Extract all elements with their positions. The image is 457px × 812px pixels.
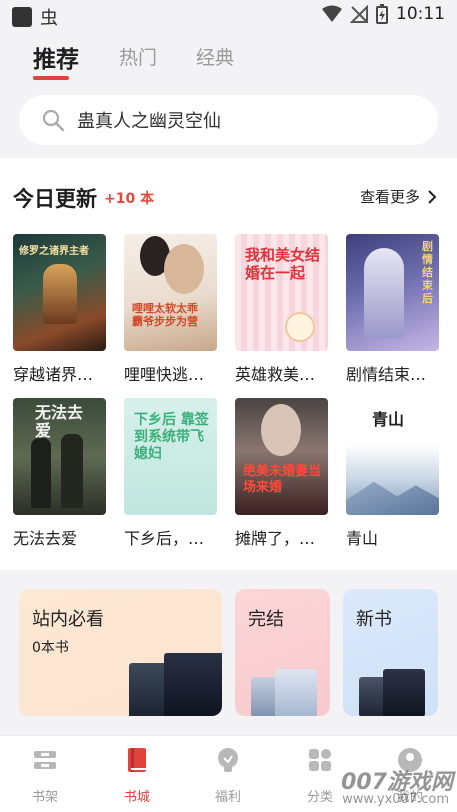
status-right: 10:11 (322, 4, 445, 24)
cover-title: 下乡后 靠签到系统带飞媳妇 (134, 412, 209, 462)
book-title: 摊牌了，… (235, 529, 316, 548)
bulb-icon (218, 748, 238, 772)
cover-title: 我和美女结婚在一起 (245, 246, 321, 282)
mini-cover (383, 669, 425, 716)
mini-cover (275, 669, 317, 716)
book-card[interactable]: 无法去爱 无法去爱 (13, 398, 106, 549)
search-icon (42, 109, 65, 132)
book-title: 穿越诸界… (13, 365, 94, 384)
nav-bookshelf[interactable]: 书架 (15, 746, 75, 805)
book-cover: 青山 (346, 398, 439, 515)
book-card[interactable]: 哩哩太软太乖 霸爷步步为营 哩哩快逃… (124, 234, 217, 385)
tab-recommend[interactable]: 推荐 (33, 40, 79, 74)
battery-icon (376, 4, 388, 24)
nav-label: 书城 (123, 790, 150, 805)
book-card[interactable]: 我和美女结婚在一起 英雄救美… (235, 234, 328, 385)
cover-title: 青山 (372, 410, 405, 429)
book-cover: 下乡后 靠签到系统带飞媳妇 (124, 398, 217, 515)
see-more-label: 查看更多 (359, 188, 420, 206)
book-cover: 绝美未婚妻当场来婚 (235, 398, 328, 515)
section-title: 今日更新 (13, 187, 97, 211)
book-card[interactable]: 绝美未婚妻当场来婚 摊牌了，… (235, 398, 328, 549)
clock: 10:11 (396, 4, 445, 24)
book-cover: 修罗之诸界主者 (13, 234, 106, 351)
book-title: 英雄救美… (235, 365, 316, 384)
book-title: 青山 (346, 529, 379, 548)
update-count: +10 本 (104, 191, 155, 207)
nav-welfare[interactable]: 福利 (198, 746, 258, 805)
book-cover: 无法去爱 (13, 398, 106, 515)
cover-title: 无法去爱 (35, 403, 84, 440)
signal-off-icon (350, 5, 368, 23)
watermark-url: www.yx007.com (342, 792, 449, 807)
notification-square-icon (12, 7, 32, 27)
category-label: 站内必看 (32, 609, 104, 630)
mini-cover (164, 653, 222, 716)
book-icon (128, 748, 146, 772)
category-label: 完结 (248, 609, 284, 630)
tab-classic[interactable]: 经典 (196, 43, 234, 70)
category-completed[interactable]: 完结 (235, 589, 330, 716)
book-title: 剧情结束… (346, 365, 427, 384)
book-cover: 哩哩太软太乖 霸爷步步为营 (124, 234, 217, 351)
grid-icon (309, 749, 331, 771)
nav-bookstore[interactable]: 书城 (107, 746, 167, 805)
app-notification-icon: 虫 (40, 8, 58, 29)
top-tabs: 推荐 热门 经典 (0, 32, 457, 82)
active-tab-indicator (33, 76, 69, 80)
category-book-count: 0本书 (32, 640, 69, 656)
book-title: 无法去爱 (13, 529, 78, 548)
status-bar: 虫 10:11 (0, 0, 457, 32)
book-card[interactable]: 修罗之诸界主者 穿越诸界… (13, 234, 106, 385)
book-card[interactable]: 下乡后 靠签到系统带飞媳妇 下乡后，… (124, 398, 217, 549)
cover-title: 剧情结束后 (422, 240, 433, 305)
book-card[interactable]: 青山 青山 (346, 398, 439, 549)
book-card[interactable]: 剧情结束后 剧情结束… (346, 234, 439, 385)
chevron-right-icon (428, 189, 437, 204)
cover-title: 哩哩太软太乖 霸爷步步为营 (132, 302, 198, 328)
category-must-read[interactable]: 站内必看 0本书 (19, 589, 222, 716)
category-new-books[interactable]: 新书 (343, 589, 438, 716)
book-cover: 我和美女结婚在一起 (235, 234, 328, 351)
category-label: 新书 (356, 609, 392, 630)
see-more-link[interactable]: 查看更多 (360, 186, 437, 207)
bookshelf-icon (34, 751, 56, 769)
tab-hot[interactable]: 热门 (119, 43, 157, 70)
search-bar[interactable]: 蛊真人之幽灵空仙 (19, 95, 438, 145)
wifi-icon (322, 5, 342, 22)
nav-label: 书架 (31, 790, 58, 805)
book-title: 哩哩快逃… (124, 365, 205, 384)
search-query: 蛊真人之幽灵空仙 (77, 111, 221, 132)
cover-title: 修罗之诸界主者 (19, 246, 89, 257)
book-title: 下乡后，… (124, 529, 205, 548)
nav-label: 福利 (214, 790, 241, 805)
cover-title: 绝美未婚妻当场来婚 (243, 464, 322, 495)
book-cover: 剧情结束后 (346, 234, 439, 351)
